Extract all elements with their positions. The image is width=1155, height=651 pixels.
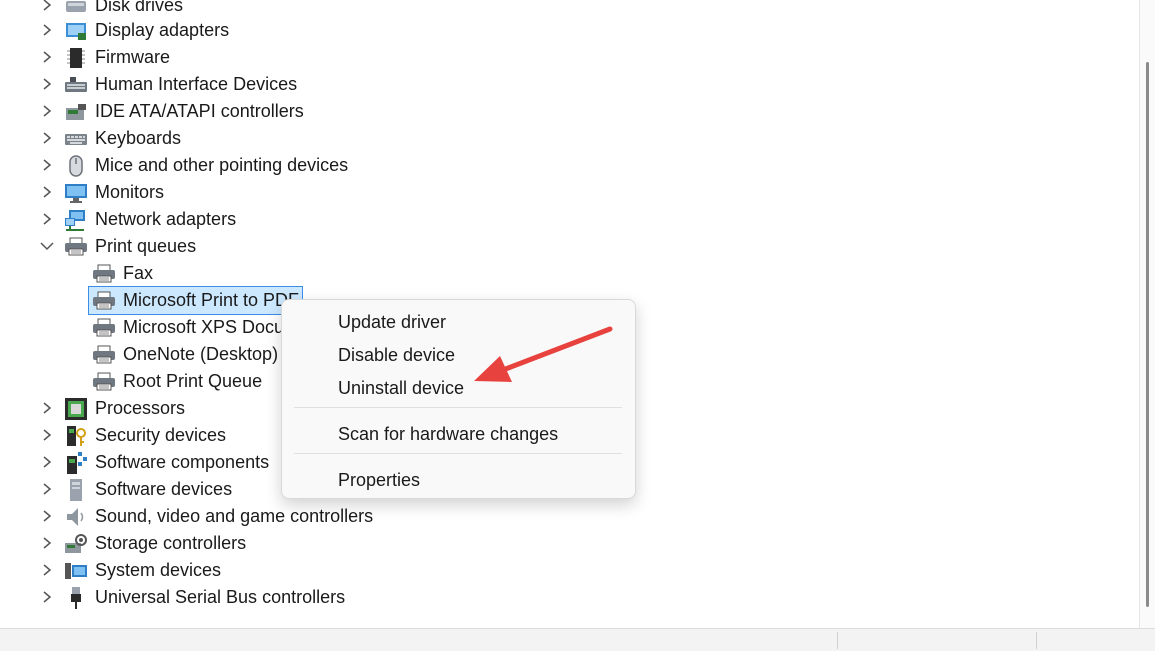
chevron-right-icon[interactable] [40, 0, 54, 12]
tree-item-label: Print queues [95, 236, 197, 256]
speaker-icon [64, 506, 88, 528]
software-device-icon [64, 478, 88, 501]
tree-item-firmware[interactable]: Firmware [40, 44, 170, 71]
tree-item-label: Universal Serial Bus controllers [95, 587, 346, 607]
chevron-right-icon[interactable] [40, 104, 54, 118]
tree-item-human-interface-devices[interactable]: Human Interface Devices [40, 71, 297, 98]
printer-icon [92, 317, 116, 339]
chevron-right-icon[interactable] [40, 77, 54, 91]
tree-item-label: Fax [123, 263, 154, 283]
tree-item-network-adapters[interactable]: Network adapters [40, 206, 236, 233]
monitor-icon [64, 182, 88, 204]
menu-separator [294, 453, 622, 454]
menu-separator [294, 407, 622, 408]
menu-item-properties[interactable]: Properties [338, 466, 420, 494]
chevron-right-icon[interactable] [40, 590, 54, 604]
ide-controller-icon [64, 101, 88, 123]
status-bar [0, 628, 1155, 651]
printer-icon [92, 263, 116, 285]
tree-item-label: Keyboards [95, 128, 182, 148]
tree-item-label: Microsoft Print to PDF [123, 290, 300, 310]
hid-keyboard-icon [64, 74, 88, 96]
chevron-right-icon[interactable] [40, 23, 54, 37]
printer-icon [64, 236, 88, 258]
tree-item-label: Storage controllers [95, 533, 247, 553]
tree-item-sound-video-game[interactable]: Sound, video and game controllers [40, 503, 373, 530]
scrollbar-thumb[interactable] [1146, 62, 1149, 607]
software-component-icon [64, 451, 88, 474]
tree-item-label: IDE ATA/ATAPI controllers [95, 101, 304, 121]
tree-item-label: Monitors [95, 182, 165, 202]
context-menu: Update driver Disable device Uninstall d… [281, 299, 636, 499]
tree-item-label: Software components [95, 452, 270, 472]
mouse-icon [64, 154, 88, 177]
chevron-right-icon[interactable] [40, 563, 54, 577]
tree-item-label: Sound, video and game controllers [95, 506, 374, 526]
tree-item-system-devices[interactable]: System devices [40, 557, 221, 584]
tree-item-keyboards[interactable]: Keyboards [40, 125, 181, 152]
chevron-right-icon[interactable] [40, 482, 54, 496]
tree-item-ide-controllers[interactable]: IDE ATA/ATAPI controllers [40, 98, 304, 125]
menu-item-uninstall-device[interactable]: Uninstall device [338, 374, 464, 402]
status-divider [837, 632, 838, 649]
tree-item-processors[interactable]: Processors [40, 395, 185, 422]
tree-item-display-adapters[interactable]: Display adapters [40, 17, 229, 44]
tree-item-onenote-desktop[interactable]: OneNote (Desktop) [92, 341, 278, 368]
chevron-right-icon[interactable] [40, 50, 54, 64]
processor-icon [64, 397, 88, 420]
keyboard-icon [64, 128, 88, 150]
tree-item-software-components[interactable]: Software components [40, 449, 269, 476]
menu-item-disable-device[interactable]: Disable device [338, 341, 455, 369]
chevron-right-icon[interactable] [40, 536, 54, 550]
chevron-right-icon[interactable] [40, 455, 54, 469]
chevron-right-icon[interactable] [40, 212, 54, 226]
tree-item-software-devices[interactable]: Software devices [40, 476, 232, 503]
security-device-icon [64, 425, 88, 447]
printer-icon [92, 371, 116, 393]
tree-item-label: Human Interface Devices [95, 74, 298, 94]
network-adapter-icon [64, 209, 88, 231]
tree-item-label: Security devices [95, 425, 227, 445]
chevron-right-icon[interactable] [40, 509, 54, 523]
tree-item-usb-controllers[interactable]: Universal Serial Bus controllers [40, 584, 345, 611]
display-adapter-icon [64, 20, 88, 42]
tree-item-fax[interactable]: Fax [92, 260, 153, 287]
tree-item-label: Mice and other pointing devices [95, 155, 349, 175]
disk-drive-icon [64, 0, 88, 17]
tree-item-label: Network adapters [95, 209, 237, 229]
menu-item-update-driver[interactable]: Update driver [338, 308, 446, 336]
tree-item-monitors[interactable]: Monitors [40, 179, 164, 206]
chevron-right-icon[interactable] [40, 158, 54, 172]
tree-item-label: Firmware [95, 47, 170, 67]
tree-item-label: OneNote (Desktop) [123, 344, 279, 364]
chevron-down-icon[interactable] [40, 239, 54, 253]
tree-item-security-devices[interactable]: Security devices [40, 422, 226, 449]
menu-item-scan-hardware[interactable]: Scan for hardware changes [338, 420, 558, 448]
chevron-right-icon[interactable] [40, 131, 54, 145]
printer-icon [92, 344, 116, 366]
tree-item-label: Processors [95, 398, 186, 418]
tree-item-label: Software devices [95, 479, 233, 499]
chevron-right-icon[interactable] [40, 428, 54, 442]
storage-controller-icon [64, 533, 88, 555]
tree-item-root-print-queue[interactable]: Root Print Queue [92, 368, 262, 395]
tree-item-mice[interactable]: Mice and other pointing devices [40, 152, 348, 179]
system-device-icon [64, 560, 88, 582]
vertical-scrollbar[interactable] [1139, 0, 1155, 628]
tree-item-microsoft-print-to-pdf[interactable]: Microsoft Print to PDF [88, 286, 303, 315]
usb-icon [64, 586, 88, 609]
firmware-chip-icon [64, 47, 88, 69]
chevron-right-icon[interactable] [40, 185, 54, 199]
tree-item-print-queues[interactable]: Print queues [40, 233, 196, 260]
tree-item-label: System devices [95, 560, 222, 580]
tree-item-label: Display adapters [95, 20, 230, 40]
printer-icon [92, 290, 116, 312]
tree-item-storage-controllers[interactable]: Storage controllers [40, 530, 246, 557]
chevron-right-icon[interactable] [40, 401, 54, 415]
status-divider [1036, 632, 1037, 649]
tree-item-label: Root Print Queue [123, 371, 263, 391]
